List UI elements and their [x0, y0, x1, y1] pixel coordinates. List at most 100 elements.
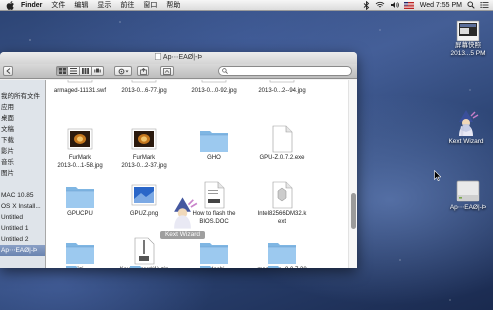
swf-file-icon	[67, 80, 93, 83]
file-item[interactable]: 2013-0...0-92.jpg	[182, 80, 246, 126]
file-item[interactable]: GPU-Z.0.7.2.exe	[250, 125, 314, 177]
folder-proxy-icon[interactable]	[154, 53, 161, 60]
list-view-button[interactable]	[68, 66, 80, 76]
file-name: 2013-0...0-92.jpg	[191, 88, 237, 94]
wifi-status-icon[interactable]	[375, 1, 385, 9]
window-title: Ap⋯EAØ|-Þ	[162, 54, 203, 61]
cover-flow-icon	[94, 68, 101, 73]
folder-icon	[200, 266, 228, 268]
icon-view-button[interactable]	[56, 66, 68, 76]
desktop-icon-label: Ap⋯EAØ|-Þ	[449, 204, 487, 211]
file-item[interactable]: 2013-0...2--94.jpg	[250, 80, 314, 126]
sidebar-item[interactable]: 音乐	[0, 157, 45, 168]
column-view-button[interactable]	[80, 66, 92, 76]
cover-flow-button[interactable]	[92, 66, 104, 76]
sidebar-item[interactable]: Untitled 1	[0, 223, 45, 234]
kext-file-icon	[272, 181, 293, 209]
action-arrow-icon	[163, 67, 171, 75]
sidebar-item[interactable]: OS X Install...	[0, 201, 45, 212]
file-name: Intel82566DM32.k ext	[257, 211, 307, 225]
furmark-image-icon	[67, 128, 93, 150]
bluetooth-status-icon[interactable]	[363, 0, 370, 10]
list-view-icon	[70, 68, 77, 74]
menu-view[interactable]: 显示	[97, 0, 111, 11]
sidebar-item[interactable]: MAC 10.85	[0, 190, 45, 201]
finder-sidebar: 我的所有文件 应用 桌面 文稿 下载 影片 音乐 图片 MAC 10.85 OS X Instal…	[0, 80, 46, 268]
sidebar-item[interactable]: Untitled 2	[0, 234, 45, 245]
mouse-cursor-icon	[434, 170, 441, 181]
desktop-icon-screenshot[interactable]: 屏幕快照 2013...5 PM	[442, 20, 493, 58]
sidebar-item[interactable]: 文稿	[0, 124, 45, 135]
file-name: FurMark 2013-0...2-37.jpg	[121, 155, 167, 169]
menu-go[interactable]: 前往	[120, 0, 134, 11]
sidebar-item[interactable]	[0, 80, 45, 91]
sidebar-item[interactable]: 桌面	[0, 113, 45, 124]
arrange-button[interactable]	[114, 66, 132, 76]
desktop-icon-drive[interactable]: Ap⋯EAØ|-Þ	[440, 178, 493, 212]
external-drive-icon	[456, 180, 480, 202]
notification-center-icon[interactable]	[480, 1, 489, 9]
menu-help[interactable]: 帮助	[166, 0, 180, 11]
sidebar-item[interactable]: 图片	[0, 168, 45, 179]
sidebar-item[interactable]: 下载	[0, 135, 45, 146]
file-item[interactable]: Intel82566DM32.k ext	[250, 181, 314, 233]
gear-icon	[118, 68, 128, 74]
sidebar-item[interactable]: 我的所有文件	[0, 91, 45, 102]
desktop-icon-label: Kext Wizard	[448, 138, 484, 145]
share-button[interactable]	[137, 66, 149, 76]
folder-icon	[66, 187, 94, 208]
file-name: 2013-0...2--94.jpg	[258, 88, 306, 94]
desktop-icon-kext-wizard[interactable]: Kext Wizard	[438, 108, 493, 146]
window-titlebar[interactable]: Ap⋯EAØ|-Þ	[0, 52, 357, 64]
volume-status-icon[interactable]	[390, 1, 399, 9]
file-name: 2013-0...6-77.jpg	[121, 88, 167, 94]
sidebar-item[interactable]	[0, 179, 45, 190]
folder-icon	[200, 131, 228, 152]
sidebar-item[interactable]: Untitled	[0, 212, 45, 223]
file-name: GPUCPU	[67, 211, 93, 217]
column-view-icon	[82, 68, 89, 74]
back-button[interactable]	[3, 66, 13, 76]
apple-menu-icon[interactable]	[6, 0, 15, 10]
file-item[interactable]: armaged-11131.swf	[48, 80, 112, 126]
folder-icon	[130, 266, 158, 268]
menu-file[interactable]: 文件	[51, 0, 65, 11]
jpg-file-icon	[201, 80, 227, 83]
menu-window[interactable]: 窗口	[143, 0, 157, 11]
sidebar-item[interactable]: Ap⋯EAØ|-Þ	[0, 245, 45, 256]
back-arrow-icon	[5, 68, 10, 74]
file-item[interactable]: FurMark 2013-0...2-37.jpg	[112, 125, 176, 177]
menu-finder[interactable]: Finder	[21, 0, 42, 11]
view-mode-control[interactable]	[56, 66, 104, 76]
kext-wizard-app-icon	[459, 110, 479, 136]
menu-clock[interactable]: Wed 7:55 PM	[420, 2, 462, 9]
share-icon	[139, 67, 147, 75]
exe-file-icon	[272, 125, 293, 153]
spotlight-search-icon[interactable]	[467, 1, 475, 9]
search-icon	[222, 68, 228, 74]
file-item[interactable]: GPUCPU	[48, 181, 112, 233]
furmark-image-icon	[131, 128, 157, 150]
file-name: GPU-Z.0.7.2.exe	[259, 155, 305, 161]
sidebar-item[interactable]: 影片	[0, 146, 45, 157]
input-source-flag-icon[interactable]	[403, 1, 414, 9]
desktop-icon-label: 屏幕快照 2013...5 PM	[450, 42, 486, 57]
jpg-file-icon	[131, 80, 157, 83]
file-name: GHO	[207, 155, 221, 161]
menu-edit[interactable]: 编辑	[74, 0, 88, 11]
file-name: FurMark 2013-0...1-58.jpg	[57, 155, 103, 169]
sidebar-item[interactable]: 应用	[0, 102, 45, 113]
action-button[interactable]	[160, 66, 174, 76]
png-file-icon	[131, 184, 157, 206]
scrollbar-thumb[interactable]	[351, 193, 356, 229]
folder-icon	[66, 266, 94, 268]
file-item[interactable]: 2013-0...6-77.jpg	[112, 80, 176, 126]
file-name: armaged-11131.swf	[53, 88, 107, 94]
search-input[interactable]	[230, 68, 340, 74]
file-item[interactable]: FurMark 2013-0...1-58.jpg	[48, 125, 112, 177]
vertical-scrollbar[interactable]	[348, 80, 357, 268]
file-item[interactable]: GHO	[182, 125, 246, 177]
jpg-file-icon	[269, 80, 295, 83]
search-field[interactable]	[218, 66, 352, 76]
folder-icon	[268, 266, 296, 268]
